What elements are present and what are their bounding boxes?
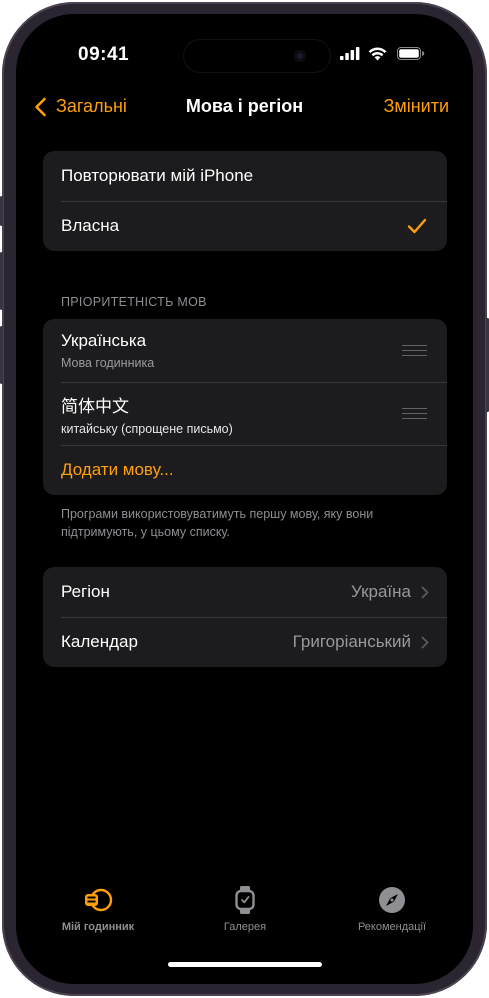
tab-label: Галерея [223, 921, 267, 933]
back-button-label: Загальні [56, 96, 127, 116]
mode-option-label: Повторювати мій iPhone [61, 166, 254, 185]
battery-icon [397, 47, 425, 60]
dynamic-island [184, 40, 330, 72]
chevron-right-icon [421, 636, 429, 648]
mode-option-label: Власна [61, 216, 120, 235]
compass-icon [379, 887, 405, 913]
edit-button[interactable]: Змінити [383, 96, 449, 117]
language-name: Українська [61, 331, 147, 350]
language-subtitle: китайську (спрощене письмо) [61, 421, 233, 436]
calendar-value: Григоріанський [292, 632, 411, 651]
language-priority-header: ПРІОРИТЕТНІСТЬ МОВ [61, 295, 207, 309]
watch-icon [235, 886, 255, 914]
calendar-label: Календар [61, 632, 138, 651]
tab-label: Рекомендації [357, 921, 427, 933]
tab-my-watch[interactable]: Мій годинник [33, 884, 163, 933]
side-button-left-2 [0, 252, 3, 310]
add-language-label: Додати мову... [61, 460, 174, 479]
mode-option-custom[interactable]: Власна [43, 201, 447, 251]
status-time: 09:41 [78, 44, 130, 65]
side-button-left-3 [0, 326, 3, 384]
side-button-left-1 [0, 196, 3, 226]
checkmark-icon [407, 218, 427, 234]
reorder-handle-icon[interactable] [402, 344, 427, 357]
language-item[interactable]: 简体中文 китайську (спрощене письмо) [43, 382, 447, 445]
cellular-signal-icon [340, 47, 360, 60]
chevron-left-icon [35, 97, 46, 116]
tab-label: Мій годинник [61, 921, 135, 933]
region-label: Регіон [61, 582, 110, 601]
region-group: Регіон Україна Календар Григоріанський [43, 567, 447, 667]
mode-option-mirror-iphone[interactable]: Повторювати мій iPhone [43, 151, 447, 201]
calendar-row[interactable]: Календар Григоріанський [43, 617, 447, 667]
language-name: 简体中文 [61, 396, 129, 416]
tab-bar: Мій годинник Галерея Рекомендації [16, 884, 473, 944]
wifi-icon [368, 47, 387, 61]
region-value: Україна [351, 582, 411, 601]
chevron-right-icon [421, 586, 429, 598]
mode-group: Повторювати мій iPhone Власна [43, 151, 447, 251]
language-list: Українська Мова годинника 简体中文 китайську… [43, 319, 447, 495]
tab-recommendations[interactable]: Рекомендації [327, 884, 457, 933]
reorder-handle-icon[interactable] [402, 407, 427, 420]
screen: 09:41 Загальні Мова і регіон Змінити Пов… [16, 14, 473, 984]
camera-icon [294, 50, 306, 62]
watch-face-icon [85, 888, 113, 912]
language-footnote: Програми використовуватимуть першу мову,… [61, 507, 374, 539]
language-item[interactable]: Українська Мова годинника [43, 319, 447, 382]
language-subtitle: Мова годинника [61, 356, 155, 370]
tab-gallery[interactable]: Галерея [180, 884, 310, 933]
home-indicator[interactable] [168, 962, 322, 967]
region-row[interactable]: Регіон Україна [43, 567, 447, 617]
add-language-button[interactable]: Додати мову... [43, 445, 447, 495]
back-button[interactable]: Загальні [34, 96, 127, 117]
